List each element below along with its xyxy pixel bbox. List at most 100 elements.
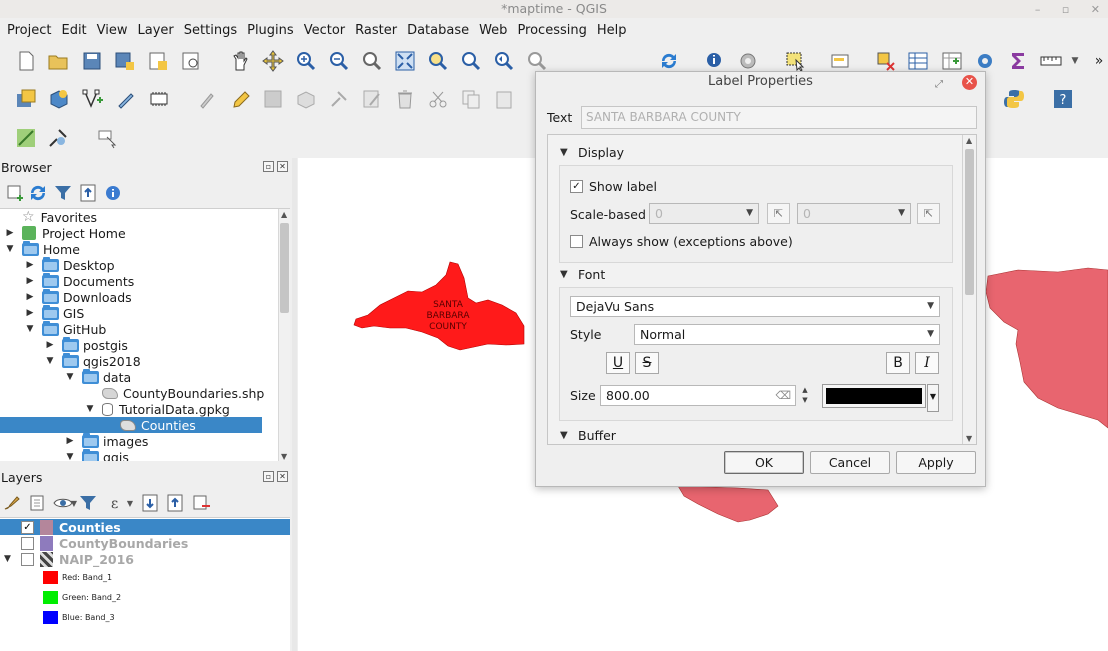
font-size-spinner[interactable]: ▲ ▼	[799, 385, 811, 406]
layer-visibility-checkbox[interactable]	[21, 552, 34, 566]
tree-item-home[interactable]: ▼ Home	[4, 240, 80, 257]
zoom-last-icon[interactable]	[493, 50, 515, 72]
tree-item-countyboundaries[interactable]: CountyBoundaries.shp	[84, 385, 264, 401]
always-show-checkbox[interactable]	[570, 235, 583, 248]
copy-features-icon[interactable]	[460, 88, 482, 110]
layer-visibility-checkbox[interactable]: ✓	[21, 520, 34, 534]
menu-raster[interactable]: Raster	[350, 19, 402, 42]
refresh-browser-icon[interactable]	[27, 182, 49, 204]
expand-arrow-icon[interactable]: ▶	[24, 291, 36, 303]
expand-arrow-icon[interactable]: ▶	[24, 259, 36, 271]
measure-dropdown-icon[interactable]: ▼	[1064, 50, 1086, 72]
zoom-full-icon[interactable]	[394, 50, 416, 72]
font-section-header[interactable]: ▼ Font	[560, 267, 605, 282]
tree-item-project-home[interactable]: ▶ Project Home	[4, 225, 126, 241]
tree-item-qgis[interactable]: ▼ qgis	[64, 448, 129, 461]
browser-float-button[interactable]: ▫	[263, 161, 274, 172]
style-icon[interactable]	[2, 492, 24, 514]
digitizing-tools-icon[interactable]	[47, 127, 69, 149]
layer-visibility-checkbox[interactable]	[21, 536, 34, 550]
run-action-icon[interactable]	[737, 50, 759, 72]
paste-features-icon[interactable]	[493, 88, 515, 110]
cut-features-icon[interactable]	[427, 88, 449, 110]
collapse-arrow-icon[interactable]: ▼	[0, 554, 21, 564]
scale-max-pick-button[interactable]: ⇱	[917, 203, 940, 224]
python-console-icon[interactable]	[1003, 88, 1025, 110]
browser-close-button[interactable]: ✕	[277, 161, 288, 172]
pan-to-selection-icon[interactable]	[262, 50, 284, 72]
label-text-field[interactable]: SANTA BARBARA COUNTY	[581, 106, 977, 129]
dialog-scrollbar[interactable]: ▲ ▼	[962, 135, 976, 444]
italic-button[interactable]: I	[915, 352, 939, 374]
zoom-next-icon[interactable]	[526, 50, 548, 72]
tree-item-data[interactable]: ▼ data	[64, 368, 131, 385]
layer-row-countyboundaries[interactable]: CountyBoundaries	[0, 535, 290, 551]
vertex-tool-icon[interactable]	[328, 88, 350, 110]
add-feature-icon[interactable]	[295, 88, 317, 110]
section-collapse-icon[interactable]: ▼	[560, 269, 570, 280]
properties-icon[interactable]	[102, 182, 124, 204]
section-collapse-icon[interactable]: ▼	[560, 430, 570, 441]
collapse-arrow-icon[interactable]: ▼	[64, 371, 76, 383]
tree-item-desktop[interactable]: ▶ Desktop	[24, 256, 115, 273]
toolbar-overflow-button[interactable]: »	[1092, 50, 1106, 72]
expand-arrow-icon[interactable]: ▶	[44, 339, 56, 351]
font-color-button[interactable]	[822, 384, 926, 408]
menu-layer[interactable]: Layer	[133, 19, 179, 42]
collapse-all-icon[interactable]	[78, 182, 100, 204]
always-show-option[interactable]: Always show (exceptions above)	[570, 234, 793, 249]
scrollbar-thumb[interactable]	[280, 223, 289, 313]
new-temp-layer-icon[interactable]	[115, 88, 137, 110]
menu-plugins[interactable]: Plugins	[242, 19, 299, 42]
scale-min-combo[interactable]: 0 ▼	[649, 203, 759, 224]
font-family-combo[interactable]: DejaVu Sans ▼	[570, 296, 940, 317]
scale-max-combo[interactable]: 0 ▼	[797, 203, 911, 224]
dialog-titlebar[interactable]: Label Properties ⤢ ✕	[536, 72, 985, 92]
tree-item-downloads[interactable]: ▶ Downloads	[24, 288, 132, 305]
dialog-restore-icon[interactable]: ⤢	[935, 75, 943, 95]
layer-row-counties[interactable]: ✓ Counties	[0, 519, 290, 535]
expand-arrow-icon[interactable]: ▶	[24, 275, 36, 287]
layer-symbol-swatch[interactable]	[40, 519, 53, 535]
panel-splitter[interactable]	[292, 158, 297, 651]
section-collapse-icon[interactable]: ▼	[560, 147, 570, 158]
filter-expression-dropdown-icon[interactable]: ▼	[119, 492, 141, 514]
toolbox-icon[interactable]	[974, 50, 996, 72]
refresh-icon[interactable]	[658, 50, 680, 72]
collapse-arrow-icon[interactable]: ▼	[44, 355, 56, 367]
menu-vector[interactable]: Vector	[299, 19, 350, 42]
current-edits-icon[interactable]	[196, 88, 218, 110]
menu-project[interactable]: Project	[2, 19, 56, 42]
scale-min-pick-button[interactable]: ⇱	[767, 203, 790, 224]
display-section-header[interactable]: ▼ Display	[560, 145, 624, 160]
tree-item-counties[interactable]: Counties	[0, 417, 262, 433]
new-print-layout-icon[interactable]	[147, 50, 169, 72]
modify-attributes-icon[interactable]	[361, 88, 383, 110]
collapse-arrow-icon[interactable]: ▼	[24, 323, 36, 335]
expand-arrow-icon[interactable]: ▶	[64, 435, 76, 447]
save-edits-icon[interactable]	[262, 88, 284, 110]
tree-item-gis[interactable]: ▶ GIS	[24, 304, 84, 321]
bold-button[interactable]: B	[886, 352, 910, 374]
layer-symbol-swatch[interactable]	[40, 535, 53, 551]
delete-selected-icon[interactable]	[394, 88, 416, 110]
remove-layer-icon[interactable]	[190, 492, 212, 514]
expand-arrow-icon[interactable]: ▶	[4, 227, 16, 239]
georeferencer-icon[interactable]	[15, 127, 37, 149]
virtual-layer-icon[interactable]	[148, 88, 170, 110]
tree-item-documents[interactable]: ▶ Documents	[24, 272, 134, 289]
digitize-icon[interactable]	[82, 88, 104, 110]
buffer-section-header[interactable]: ▼ Buffer	[560, 428, 616, 443]
zoom-to-layer-icon[interactable]	[460, 50, 482, 72]
tree-item-images[interactable]: ▶ images	[64, 432, 148, 449]
filter-browser-icon[interactable]	[52, 182, 74, 204]
menu-view[interactable]: View	[92, 19, 133, 42]
field-calculator-icon[interactable]	[941, 50, 963, 72]
collapse-arrow-icon[interactable]: ▼	[64, 451, 76, 461]
pan-icon[interactable]	[229, 50, 251, 72]
add-selected-icon[interactable]	[4, 182, 26, 204]
collapse-all-layers-icon[interactable]	[165, 492, 187, 514]
zoom-to-selection-icon[interactable]	[427, 50, 449, 72]
expand-all-icon[interactable]	[140, 492, 162, 514]
menu-processing[interactable]: Processing	[512, 19, 591, 42]
